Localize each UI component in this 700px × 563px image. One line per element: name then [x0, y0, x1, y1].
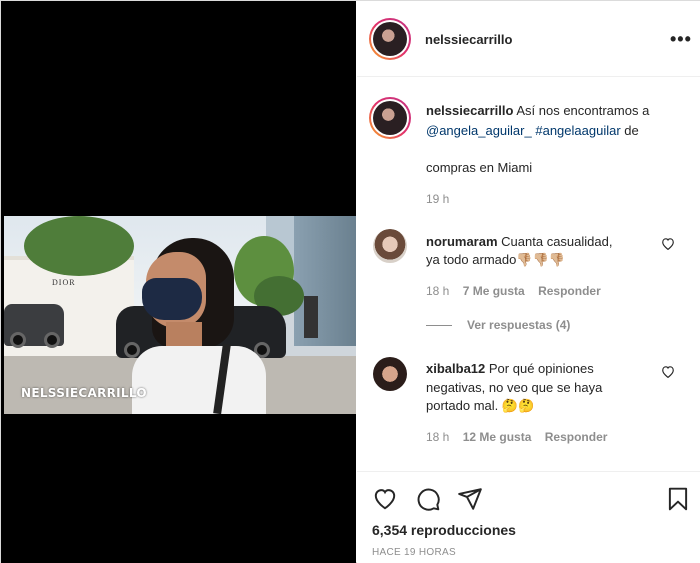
- comment-like-heart-icon[interactable]: [661, 237, 675, 253]
- parked-car: [4, 304, 64, 348]
- author-username[interactable]: nelssiecarrillo: [425, 32, 512, 47]
- caption-line-1: nelssiecarrillo Así nos encontramos a: [426, 103, 649, 118]
- caption-line-3: compras en Miami: [426, 160, 533, 175]
- wheel: [124, 342, 140, 358]
- comment-likes[interactable]: 12 Me gusta: [463, 430, 532, 444]
- street-kiosk: [304, 296, 318, 338]
- comment-username[interactable]: norumaram: [426, 234, 498, 249]
- bookmark-icon[interactable]: [665, 486, 691, 512]
- author-avatar[interactable]: [369, 18, 411, 60]
- post-timestamp[interactable]: HACE 19 HORAS: [372, 547, 456, 558]
- tree: [24, 216, 134, 276]
- caption-line-2: @angela_aguilar_ #angelaaguilar de: [426, 123, 639, 138]
- comment-time[interactable]: 18 h: [426, 430, 449, 444]
- hashtag-link[interactable]: #angelaaguilar: [535, 123, 620, 138]
- reply-button[interactable]: Responder: [538, 284, 601, 298]
- commenter-avatar[interactable]: [373, 357, 407, 391]
- caption-time[interactable]: 19 h: [426, 192, 449, 206]
- caption-username[interactable]: nelssiecarrillo: [426, 103, 513, 118]
- comment-text: negativas, no veo que se haya: [426, 380, 603, 395]
- post-header: nelssiecarrillo •••: [357, 1, 700, 77]
- comment-text: Cuanta casualidad,: [501, 234, 613, 249]
- store-sign: DIOR: [52, 278, 76, 287]
- view-count[interactable]: 6,354 reproducciones: [372, 522, 516, 538]
- view-replies-button[interactable]: Ver respuestas (4): [467, 318, 570, 332]
- comment-meta: 18 h 12 Me gusta Responder: [426, 430, 607, 444]
- post-actions: 6,354 reproducciones HACE 19 HORAS: [357, 471, 700, 563]
- reply-button[interactable]: Responder: [545, 430, 608, 444]
- person-shirt: [132, 346, 266, 414]
- comment-likes[interactable]: 7 Me gusta: [463, 284, 525, 298]
- mention-link[interactable]: @angela_aguilar_: [426, 123, 532, 138]
- comment-meta: 18 h 7 Me gusta Responder: [426, 284, 601, 298]
- comment-line: norumaram Cuanta casualidad,: [426, 234, 612, 249]
- wheel: [44, 332, 60, 348]
- post-modal: DIOR NELSSIECARRILLO nelssiecarrillo •••…: [0, 0, 700, 563]
- video-player[interactable]: DIOR NELSSIECARRILLO: [1, 1, 356, 563]
- caption-text: Así nos encontramos a: [516, 103, 650, 118]
- comment-text: ya todo armado👎🏼👎🏼👎🏼: [426, 252, 565, 267]
- face-mask: [142, 278, 202, 320]
- comment-username[interactable]: xibalba12: [426, 361, 485, 376]
- commenter-avatar[interactable]: [373, 229, 407, 263]
- comment-like-heart-icon[interactable]: [661, 365, 675, 381]
- caption-text: de: [624, 123, 639, 138]
- comment-line: xibalba12 Por qué opiniones: [426, 361, 594, 376]
- comment-text: Por qué opiniones: [488, 361, 594, 376]
- comment-text: portado mal. 🤔🤔: [426, 398, 535, 413]
- more-options-icon[interactable]: •••: [670, 29, 692, 50]
- post-details-panel: nelssiecarrillo ••• nelssiecarrillo Así …: [357, 1, 700, 563]
- view-replies-label: Ver respuestas (4): [467, 318, 571, 332]
- paper-plane-icon[interactable]: [457, 486, 483, 512]
- comment-time[interactable]: 18 h: [426, 284, 449, 298]
- caption-author-avatar[interactable]: [369, 97, 411, 139]
- video-watermark: NELSSIECARRILLO: [21, 386, 147, 400]
- heart-icon[interactable]: [372, 486, 398, 512]
- wheel: [10, 332, 26, 348]
- video-frame[interactable]: DIOR NELSSIECARRILLO: [4, 216, 356, 414]
- replies-divider: [426, 325, 452, 326]
- comment-bubble-icon[interactable]: [415, 486, 441, 512]
